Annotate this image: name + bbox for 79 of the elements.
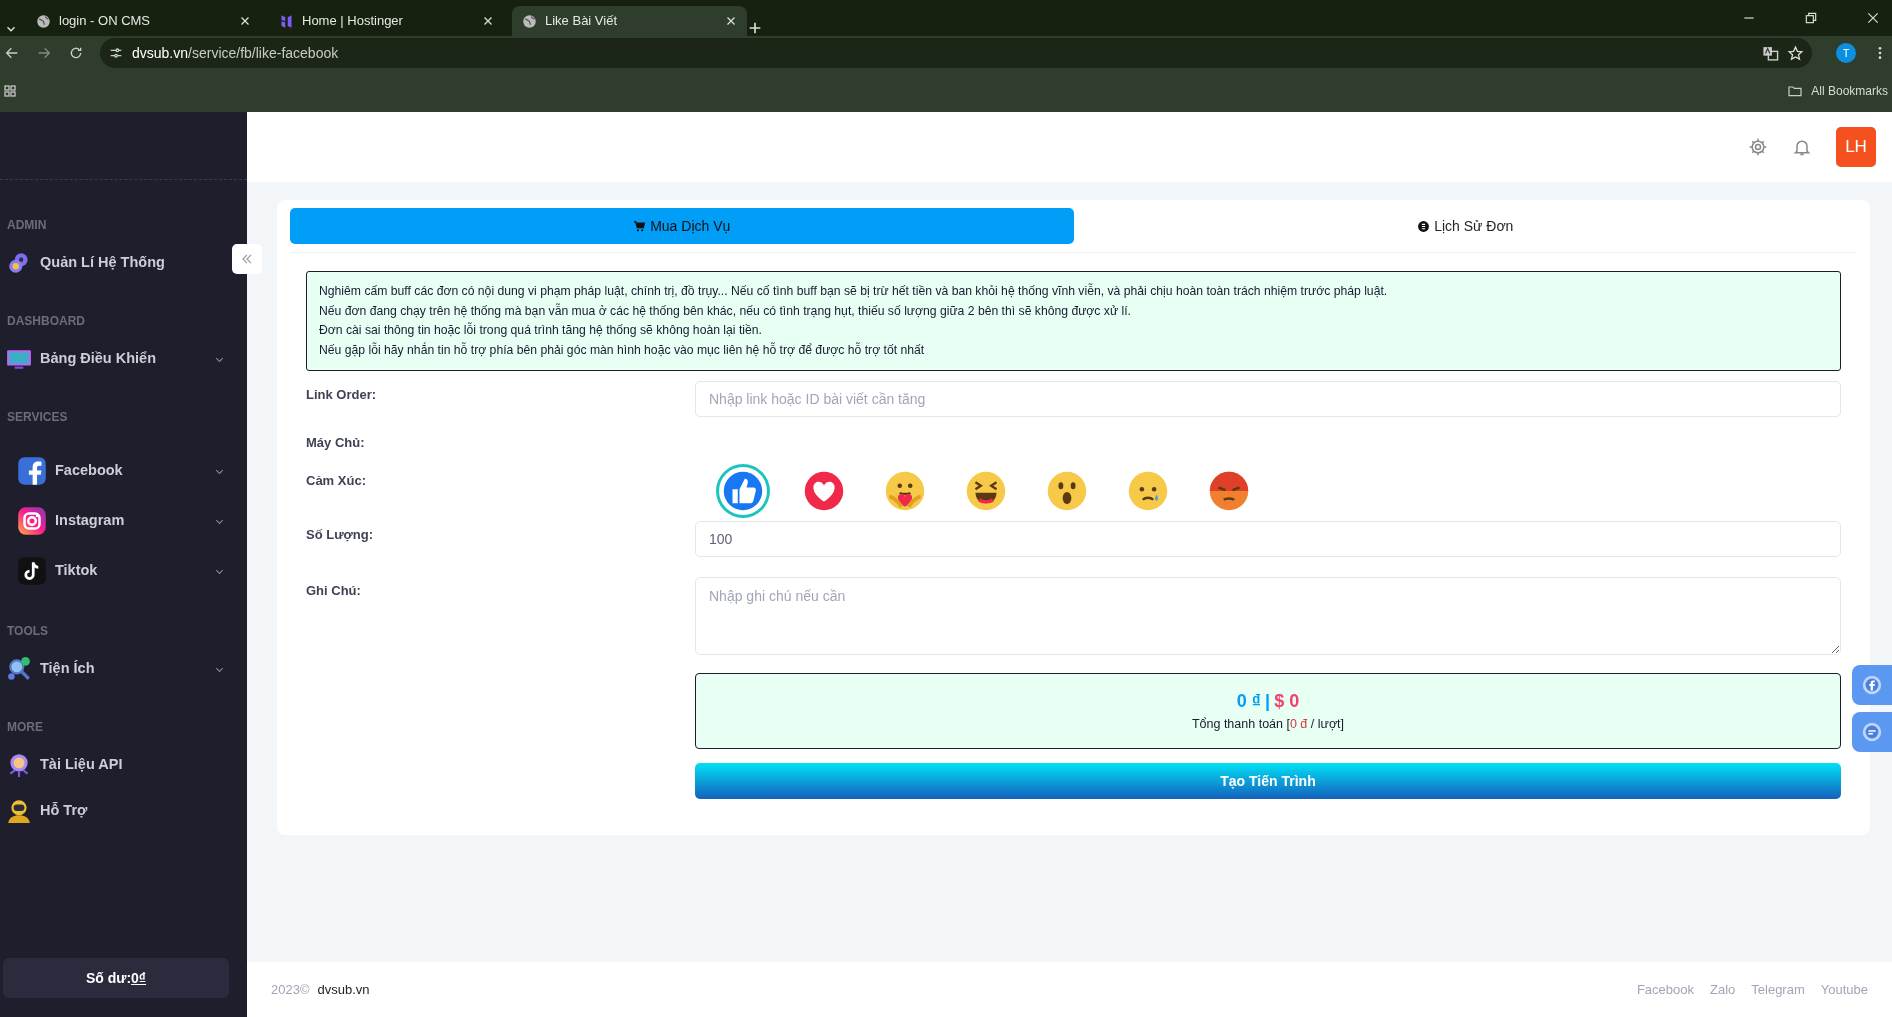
globe-icon	[522, 13, 537, 29]
field-label: Số Lượng:	[306, 526, 375, 544]
price-vnd: 0 ₫	[1236, 690, 1262, 714]
sidebar-item[interactable]: Bảng Điều Khiển	[0, 336, 225, 382]
copyright-text: 2023©	[271, 980, 310, 999]
section-heading: ADMIN	[6, 217, 48, 234]
close-icon[interactable]	[725, 15, 737, 27]
notice-text: Nếu đơn đang chạy trên hệ thống mà bạn vẫn mua ở các hệ thống bên khác, nếu có tình trạng hụt, thiếu số lượng giữa 2 bên thì sẽ không được xử lí.	[319, 302, 1132, 320]
bookmarks-folder[interactable]: All Bookmarks	[1787, 82, 1888, 100]
robot-icon	[6, 798, 32, 824]
field-label: Ghi Chú:	[306, 582, 362, 600]
notice-text: Nghiêm cấm buff các đơn có nội dung vi phạm pháp luật, chính trị, đồ trụy... Nếu cố tình buff bạn sẽ bị trừ hết tiền và ban khỏi hệ thống vĩnh viễn, và phải chịu hoàn toàn trách nhiệm trước pháp luật.	[319, 282, 1389, 300]
angry-reaction-icon	[1208, 470, 1250, 512]
new-tab-icon[interactable]	[747, 20, 763, 36]
restore-icon[interactable]	[1804, 11, 1818, 25]
footer-site-link[interactable]: dvsub.vn	[317, 979, 370, 1000]
cart-icon	[633, 219, 647, 233]
collapse-button[interactable]	[232, 244, 262, 274]
chat-icon	[1861, 721, 1883, 743]
settings-icon[interactable]	[1748, 137, 1768, 157]
sidebar-item[interactable]: Quản Lí Hệ Thống	[0, 240, 225, 286]
love-reaction-icon	[803, 470, 845, 512]
globe-icon	[36, 13, 51, 29]
tab-title: Home | Hostinger	[302, 12, 404, 31]
apps-icon[interactable]	[4, 85, 16, 97]
notice-text: Đơn cài sai thông tin hoặc lỗi trong quá trình tăng hệ thống sẽ không hoàn lại tiền.	[319, 321, 763, 339]
field-label: Máy Chủ:	[306, 434, 366, 452]
instagram-icon	[17, 506, 47, 536]
facebook-icon	[17, 456, 47, 486]
close-icon[interactable]	[482, 15, 494, 27]
notice-text: Nếu gặp lỗi hãy nhắn tin hỗ trợ phía bên phải góc màn hình hoặc vào mục liên hệ hỗ trợ để được hỗ trợ tốt nhất	[319, 341, 926, 359]
facebook-chat-button[interactable]	[1852, 665, 1892, 705]
sad-reaction-icon	[1127, 470, 1169, 512]
section-heading: TOOLS	[6, 623, 50, 640]
link-input[interactable]: Nhập link hoặc ID bài viết cần tăng	[695, 381, 1841, 417]
field-label: Link Order:	[306, 386, 378, 404]
close-icon[interactable]	[239, 15, 251, 27]
quantity-input[interactable]: 100	[695, 521, 1841, 557]
tab[interactable]: Mua Dịch Vụ	[290, 208, 1074, 244]
forward-icon[interactable]	[36, 45, 52, 61]
sidebar-item[interactable]: Tiktok	[0, 546, 225, 596]
field-label: Cảm Xúc:	[306, 472, 367, 490]
close-icon[interactable]	[1866, 11, 1880, 25]
facebook-icon	[1861, 674, 1883, 696]
browser-tab[interactable]: login - ON CMS	[26, 6, 261, 36]
care-reaction-icon	[884, 470, 926, 512]
browser-tab[interactable]: Home | Hostinger	[269, 6, 504, 36]
magnifier-icon	[6, 656, 32, 682]
total-caption: Tổng thanh toán [0 đ / lượt]	[1191, 716, 1345, 734]
folder-icon	[1787, 83, 1804, 99]
balance-display: Số dư:0₫	[3, 958, 229, 998]
wow-reaction-icon	[1046, 470, 1088, 512]
section-heading: MORE	[6, 719, 44, 736]
section-heading: SERVICES	[6, 409, 69, 426]
like-reaction-icon	[722, 470, 764, 512]
star-icon[interactable]	[1787, 44, 1804, 62]
tab[interactable]: Lịch Sử Đơn	[1073, 208, 1857, 244]
logo-icon	[279, 13, 294, 29]
url-text[interactable]: dvsub.vn/service/fb/like-facebook	[132, 42, 339, 64]
note-input[interactable]: Nhập ghi chú nếu cần	[695, 577, 1841, 655]
sidebar-item[interactable]: Hỗ Trợ	[0, 788, 225, 834]
tiktok-icon	[17, 556, 47, 586]
price-separator: |	[1265, 690, 1271, 714]
translate-icon[interactable]	[1762, 44, 1779, 62]
tab-title: Like Bài Viết	[545, 12, 619, 31]
zalo-chat-button[interactable]	[1852, 712, 1892, 752]
double-chevron-left-icon	[240, 252, 254, 266]
browser-tab[interactable]: Like Bài Viết	[512, 6, 747, 36]
sidebar-item[interactable]: Facebook	[0, 446, 225, 496]
tab-title: login - ON CMS	[59, 12, 152, 31]
haha-reaction-icon	[965, 470, 1007, 512]
list-icon	[1417, 219, 1431, 233]
sidebar-item[interactable]: Instagram	[0, 496, 225, 546]
back-icon[interactable]	[4, 45, 20, 61]
price-usd: $ 0	[1274, 690, 1300, 714]
section-heading: DASHBOARD	[6, 313, 86, 330]
reload-icon[interactable]	[68, 45, 84, 61]
sidebar-item[interactable]: Tài Liệu API	[0, 742, 225, 788]
sidebar-item[interactable]: Tiện Ích	[0, 646, 225, 692]
